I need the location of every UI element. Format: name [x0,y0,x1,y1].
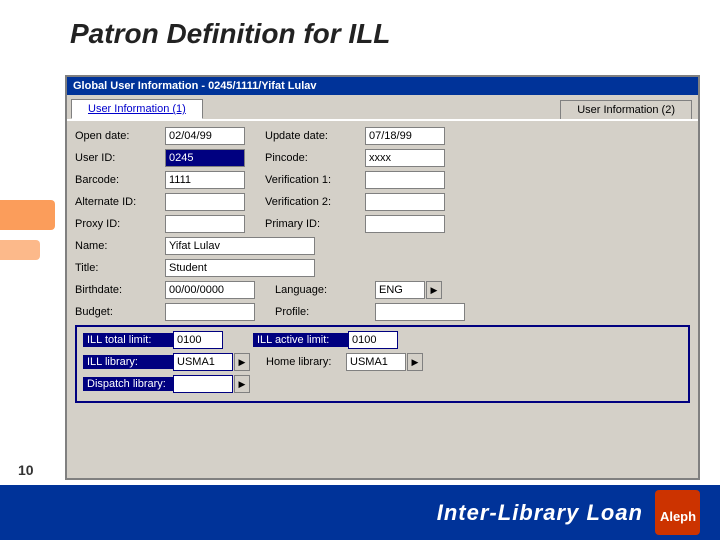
user-id-input[interactable] [165,149,245,167]
dispatch-library-label: Dispatch library: [83,377,173,391]
title-row: Title: [75,259,690,277]
language-label: Language: [275,284,375,296]
ill-library-arrow-btn[interactable]: ▶ [234,353,250,371]
svg-text:Aleph: Aleph [659,509,695,524]
pincode-label: Pincode: [265,152,365,164]
profile-label: Profile: [275,306,375,318]
budget-label: Budget: [75,306,165,318]
verification1-input[interactable] [365,171,445,189]
dispatch-library-row: Dispatch library: ▶ [83,375,682,393]
form-area: Open date: Update date: User ID: Pincode… [67,119,698,409]
title-input[interactable] [165,259,315,277]
primary-id-label: Primary ID: [265,218,365,230]
birthdate-label: Birthdate: [75,284,165,296]
user-id-row: User ID: Pincode: [75,149,690,167]
slide-number: 10 [18,462,34,478]
dispatch-library-input[interactable] [173,375,233,393]
pincode-input[interactable] [365,149,445,167]
open-date-row: Open date: Update date: [75,127,690,145]
proxy-id-row: Proxy ID: Primary ID: [75,215,690,233]
barcode-input[interactable] [165,171,245,189]
proxy-id-label: Proxy ID: [75,218,165,230]
open-date-input[interactable] [165,127,245,145]
ill-active-limit-label: ILL active limit: [253,333,348,347]
barcode-row: Barcode: Verification 1: [75,171,690,189]
ill-total-limit-input[interactable] [173,331,223,349]
ill-library-row: ILL library: ▶ Home library: ▶ [83,353,682,371]
profile-input[interactable] [375,303,465,321]
verification2-label: Verification 2: [265,196,365,208]
birthdate-row: Birthdate: Language: ▶ [75,281,690,299]
bottom-bar: Inter-Library Loan Aleph [0,485,720,540]
barcode-label: Barcode: [75,174,165,186]
ill-active-limit-input[interactable] [348,331,398,349]
title-label: Title: [75,262,165,274]
budget-row: Budget: Profile: [75,303,690,321]
alternate-id-label: Alternate ID: [75,196,165,208]
ill-total-limit-label: ILL total limit: [83,333,173,347]
update-date-label: Update date: [265,130,365,142]
language-input[interactable] [375,281,425,299]
primary-id-input[interactable] [365,215,445,233]
name-input[interactable] [165,237,315,255]
tab-user-info-1[interactable]: User Information (1) [71,99,203,119]
budget-input[interactable] [165,303,255,321]
verification1-label: Verification 1: [265,174,365,186]
alternate-id-input[interactable] [165,193,245,211]
main-window: Global User Information - 0245/1111/Yifa… [65,75,700,480]
alternate-id-row: Alternate ID: Verification 2: [75,193,690,211]
home-library-label: Home library: [266,356,346,368]
open-date-label: Open date: [75,130,165,142]
window-titlebar: Global User Information - 0245/1111/Yifa… [67,77,698,95]
user-id-label: User ID: [75,152,165,164]
bottom-label: Inter-Library Loan [437,500,643,526]
home-library-input[interactable] [346,353,406,371]
name-label: Name: [75,240,165,252]
dispatch-library-arrow-btn[interactable]: ▶ [234,375,250,393]
ill-library-label: ILL library: [83,355,173,369]
language-arrow-btn[interactable]: ▶ [426,281,442,299]
ill-library-input[interactable] [173,353,233,371]
tab-user-info-2[interactable]: User Information (2) [560,100,692,119]
tab-bar: User Information (1) User Information (2… [67,95,698,119]
update-date-input[interactable] [365,127,445,145]
name-row: Name: [75,237,690,255]
birthdate-input[interactable] [165,281,255,299]
aleph-logo: Aleph [655,490,700,535]
verification2-input[interactable] [365,193,445,211]
home-library-arrow-btn[interactable]: ▶ [407,353,423,371]
proxy-id-input[interactable] [165,215,245,233]
page-title: Patron Definition for ILL [0,0,720,60]
ill-total-limit-row: ILL total limit: ILL active limit: [83,331,682,349]
